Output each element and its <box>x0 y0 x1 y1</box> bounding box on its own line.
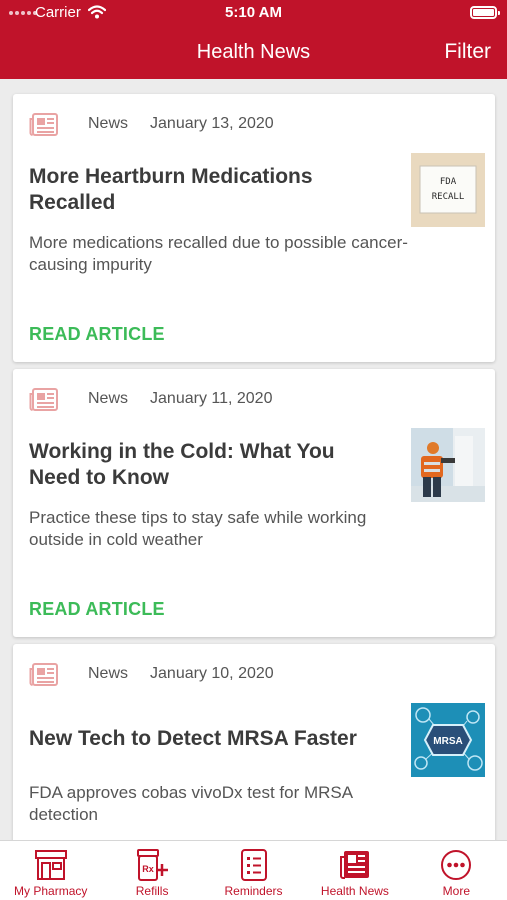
tab-label: Health News <box>320 884 389 898</box>
nav-bar: Carrier 5:10 AM Health News Filter <box>0 0 507 79</box>
tab-my-pharmacy[interactable]: My Pharmacy <box>0 841 101 900</box>
article-source: News <box>88 115 129 132</box>
article-source: News <box>88 390 129 407</box>
tab-refills[interactable]: Rx Refills <box>101 841 202 900</box>
storefront-icon <box>34 850 67 880</box>
article-date: January 11, 2020 <box>150 390 273 407</box>
article-meta: News January 13, 2020 <box>88 115 274 133</box>
newspaper-icon <box>339 851 369 879</box>
thumb-label: MRSA <box>433 736 462 747</box>
rx-refill-icon: Rx <box>137 849 169 881</box>
tab-reminders[interactable]: Reminders <box>203 841 304 900</box>
read-article-link[interactable]: READ ARTICLE <box>29 599 165 620</box>
tab-more[interactable]: More <box>406 841 507 900</box>
article-date: January 10, 2020 <box>150 665 274 682</box>
article-source: News <box>88 665 129 682</box>
article-summary: FDA approves cobas vivoDx test for MRSA … <box>29 783 353 824</box>
article-card[interactable]: News January 10, 2020 New Tech to Detect … <box>13 644 495 840</box>
article-title[interactable]: Working in the Cold: What You Need to Kn… <box>29 439 391 491</box>
newspaper-icon <box>29 663 58 686</box>
more-dots-icon <box>441 850 472 880</box>
article-card[interactable]: News January 13, 2020 More Heartburn Medi… <box>13 94 495 362</box>
article-title[interactable]: More Heartburn Medications Recalled <box>29 164 391 216</box>
article-title[interactable]: New Tech to Detect MRSA Faster <box>29 726 391 752</box>
thumb-label: FDA <box>440 177 457 187</box>
article-thumbnail[interactable]: FDA RECALL <box>411 153 485 227</box>
article-summary: Practice these tips to stay safe while w… <box>29 508 367 549</box>
thumb-label: RECALL <box>432 192 465 202</box>
status-bar: Carrier 5:10 AM <box>0 0 507 26</box>
tab-label: More <box>442 884 470 898</box>
news-feed[interactable]: News January 13, 2020 More Heartburn Medi… <box>0 79 507 840</box>
article-meta: News January 10, 2020 <box>88 665 274 683</box>
tab-label: Refills <box>135 884 169 898</box>
battery-icon <box>470 6 500 19</box>
article-meta: News January 11, 2020 <box>88 390 272 408</box>
article-thumbnail[interactable]: MRSA <box>411 703 485 777</box>
read-article-link[interactable]: READ ARTICLE <box>29 324 165 345</box>
newspaper-icon <box>29 113 58 136</box>
tab-label: Reminders <box>224 884 283 898</box>
checklist-icon <box>240 849 267 881</box>
article-summary: More medications recalled due to possibl… <box>29 233 408 274</box>
tab-bar: My Pharmacy Rx Refills Reminders Health … <box>0 840 507 900</box>
clock: 5:10 AM <box>225 4 282 21</box>
newspaper-icon <box>29 388 58 411</box>
article-date: January 13, 2020 <box>150 115 274 132</box>
svg-text:Rx: Rx <box>142 864 154 874</box>
article-thumbnail[interactable] <box>411 428 485 502</box>
article-card[interactable]: News January 11, 2020 Working in the Cold… <box>13 369 495 637</box>
tab-health-news[interactable]: Health News <box>304 841 405 900</box>
page-title: Health News <box>196 41 311 63</box>
tab-label: My Pharmacy <box>14 884 88 898</box>
filter-button[interactable]: Filter <box>444 40 491 64</box>
